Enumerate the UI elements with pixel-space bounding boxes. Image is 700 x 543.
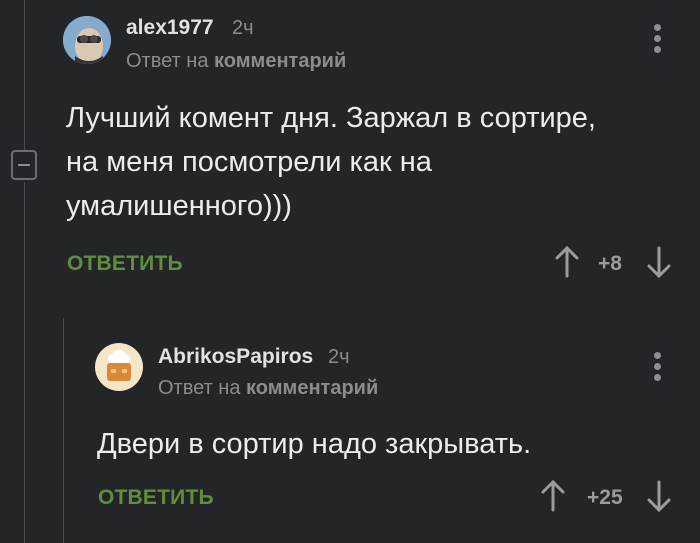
timestamp: 2ч [328,346,350,368]
comment-text: Лучший комент дня. Заржал в сортире, на … [66,102,596,222]
collapse-icon[interactable] [11,150,37,180]
comment-text: Двери в сортир надо закрывать. [97,428,532,460]
timestamp: 2ч [232,17,254,39]
avatar-cake-icon [95,343,143,391]
thread-line-outer [24,0,25,150]
thread-line-nested [63,318,64,543]
comment-score: +8 [598,252,622,275]
reply-to-line: Ответ на комментарий [126,50,346,73]
reply-button[interactable]: ОТВЕТИТЬ [67,252,183,276]
username[interactable]: alex1977 [126,16,214,40]
reply-target-link[interactable]: комментарий [246,377,378,399]
reply-button[interactable]: ОТВЕТИТЬ [98,486,214,510]
downvote-arrow-icon[interactable] [646,480,672,512]
thread-line-outer-lower [24,182,25,543]
reply-prefix: Ответ на [158,377,241,399]
avatar-minion-icon [63,16,111,64]
reply-target-link[interactable]: комментарий [214,50,346,72]
avatar[interactable] [63,16,111,64]
more-dots-icon[interactable] [654,24,662,57]
comment-score: +25 [587,486,623,509]
avatar[interactable] [95,343,143,391]
username[interactable]: AbrikosPapiros [158,345,313,369]
reply-to-line: Ответ на комментарий [158,377,378,400]
upvote-arrow-icon[interactable] [540,480,566,512]
downvote-arrow-icon[interactable] [646,246,672,278]
more-dots-icon[interactable] [654,352,662,385]
reply-prefix: Ответ на [126,50,209,72]
upvote-arrow-icon[interactable] [554,246,580,278]
